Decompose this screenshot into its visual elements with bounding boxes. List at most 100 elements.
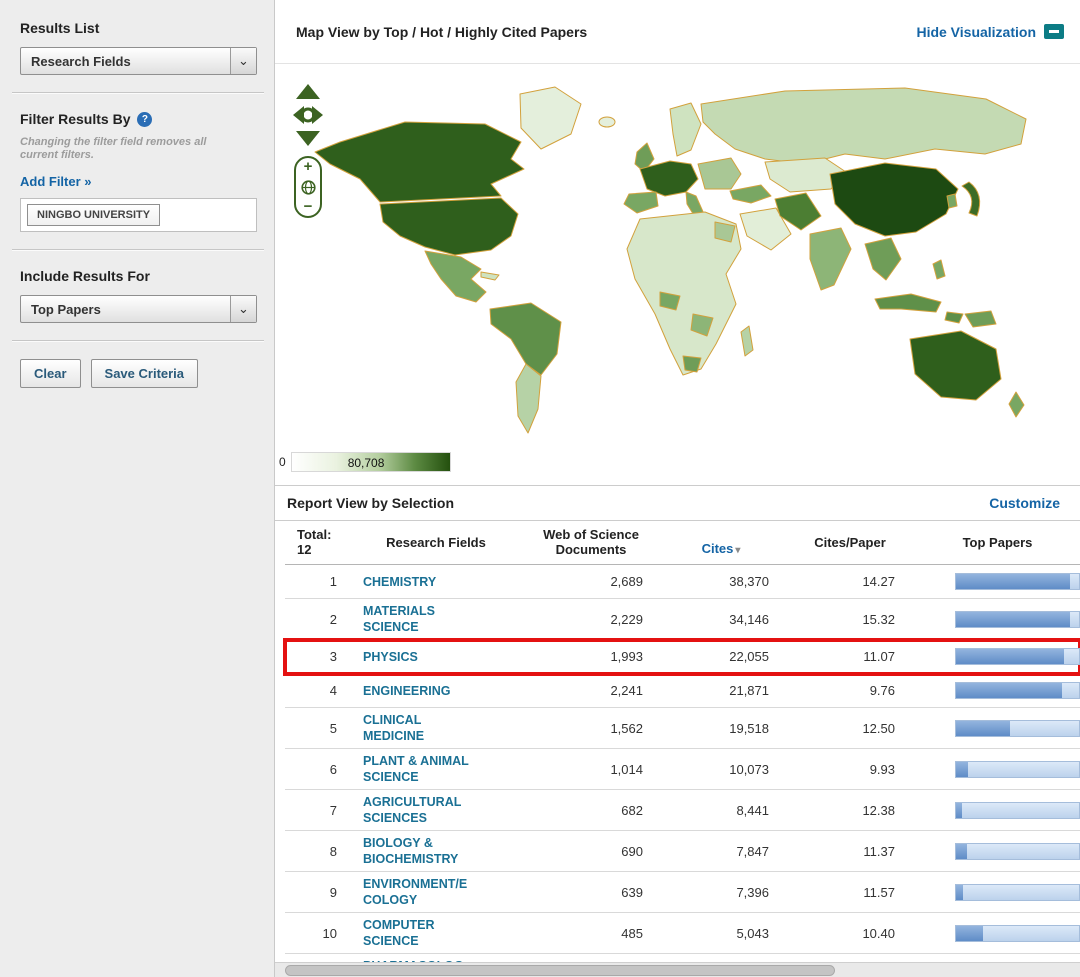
table-row: 4 ENGINEERING 2,241 21,871 9.76 xyxy=(285,674,1080,708)
top-papers-bar xyxy=(955,573,1080,590)
rank-cell: 1 xyxy=(285,574,347,589)
cites-per-paper-cell: 11.37 xyxy=(785,844,915,859)
table-row: 1 CHEMISTRY 2,689 38,370 14.27 xyxy=(285,565,1080,599)
cites-cell: 34,146 xyxy=(657,612,785,627)
zoom-in-button[interactable]: + xyxy=(304,160,313,174)
rank-cell: 5 xyxy=(285,721,347,736)
report-view-header: Report View by Selection Customize xyxy=(275,485,1080,521)
top-papers-bar-fill xyxy=(956,885,963,900)
results-list-selected-value: Research Fields xyxy=(21,48,131,74)
sidebar: Results List Research Fields ⌄ Filter Re… xyxy=(0,0,275,977)
cites-per-paper-cell: 15.32 xyxy=(785,612,915,627)
sidebar-divider xyxy=(12,340,264,342)
column-header-cites[interactable]: Cites▾ xyxy=(657,526,785,558)
help-icon[interactable]: ? xyxy=(137,112,152,127)
research-field-cell: PLANT & ANIMAL SCIENCE xyxy=(347,753,525,785)
cites-cell: 10,073 xyxy=(657,762,785,777)
add-filter-link[interactable]: Add Filter » xyxy=(20,174,92,189)
cites-cell: 22,055 xyxy=(657,649,785,664)
top-papers-bar xyxy=(955,925,1080,942)
map-view-title: Map View by Top / Hot / Highly Cited Pap… xyxy=(296,24,587,40)
research-field-link[interactable]: PLANT & ANIMAL SCIENCE xyxy=(363,754,469,784)
top-papers-cell xyxy=(915,761,1080,778)
research-field-cell: AGRICULTURAL SCIENCES xyxy=(347,794,525,826)
research-field-link[interactable]: COMPUTER SCIENCE xyxy=(363,918,435,948)
column-header-wos-documents[interactable]: Web of Science Documents xyxy=(525,527,657,557)
top-papers-bar-fill xyxy=(956,803,962,818)
research-field-link[interactable]: CLINICAL MEDICINE xyxy=(363,713,424,743)
top-papers-bar-fill xyxy=(956,649,1064,664)
research-field-cell: CLINICAL MEDICINE xyxy=(347,712,525,744)
collapse-minus-icon[interactable] xyxy=(1044,24,1064,39)
table-row: 5 CLINICAL MEDICINE 1,562 19,518 12.50 xyxy=(285,708,1080,749)
research-field-link[interactable]: ENGINEERING xyxy=(363,684,451,698)
customize-link[interactable]: Customize xyxy=(989,495,1060,511)
research-field-link[interactable]: ENVIRONMENT/E COLOGY xyxy=(363,877,467,907)
research-field-link[interactable]: CHEMISTRY xyxy=(363,575,436,589)
table-row: 3 PHYSICS 1,993 22,055 11.07 xyxy=(285,640,1080,674)
chevron-down-icon[interactable]: ⌄ xyxy=(230,48,256,74)
legend-min-value: 0 xyxy=(279,455,286,469)
horizontal-scrollbar[interactable] xyxy=(275,962,1080,977)
top-papers-cell xyxy=(915,925,1080,942)
table-header-row: Total: 12 Research Fields Web of Science… xyxy=(285,521,1080,565)
table-row: 8 BIOLOGY & BIOCHEMISTRY 690 7,847 11.37 xyxy=(285,831,1080,872)
cites-per-paper-cell: 10.40 xyxy=(785,926,915,941)
column-header-research-fields[interactable]: Research Fields xyxy=(347,535,525,550)
wos-documents-cell: 485 xyxy=(525,926,657,941)
cites-cell: 7,847 xyxy=(657,844,785,859)
filter-chip-box: NINGBO UNIVERSITY xyxy=(20,198,257,232)
wos-documents-cell: 639 xyxy=(525,885,657,900)
world-map[interactable] xyxy=(285,64,1080,444)
column-header-top-papers[interactable]: Top Papers xyxy=(915,535,1080,550)
scrollbar-thumb[interactable] xyxy=(285,965,835,976)
chevron-down-icon[interactable]: ⌄ xyxy=(230,296,256,322)
hide-visualization-link[interactable]: Hide Visualization xyxy=(916,24,1064,40)
rank-cell: 2 xyxy=(285,612,347,627)
map-zoom-control: + − xyxy=(294,156,322,218)
clear-button[interactable]: Clear xyxy=(20,359,81,388)
save-criteria-button[interactable]: Save Criteria xyxy=(91,359,199,388)
top-papers-bar xyxy=(955,682,1080,699)
cites-cell: 8,441 xyxy=(657,803,785,818)
wos-documents-cell: 1,562 xyxy=(525,721,657,736)
research-field-cell: BIOLOGY & BIOCHEMISTRY xyxy=(347,835,525,867)
research-field-cell: COMPUTER SCIENCE xyxy=(347,917,525,949)
main-content: Map View by Top / Hot / Highly Cited Pap… xyxy=(275,0,1080,977)
wos-documents-cell: 682 xyxy=(525,803,657,818)
hide-visualization-label: Hide Visualization xyxy=(916,24,1036,40)
page: Results List Research Fields ⌄ Filter Re… xyxy=(0,0,1080,977)
wos-documents-cell: 2,229 xyxy=(525,612,657,627)
map-visualization-area: + − 0 80,708 xyxy=(275,64,1080,485)
rank-cell: 8 xyxy=(285,844,347,859)
top-papers-cell xyxy=(915,682,1080,699)
column-header-cites-per-paper[interactable]: Cites/Paper xyxy=(785,535,915,550)
rank-cell: 3 xyxy=(285,649,347,664)
research-field-cell: PHYSICS xyxy=(347,649,525,665)
map-pan-control[interactable] xyxy=(290,82,326,148)
research-field-link[interactable]: MATERIALS SCIENCE xyxy=(363,604,435,634)
results-list-select[interactable]: Research Fields ⌄ xyxy=(20,47,257,75)
research-field-link[interactable]: AGRICULTURAL SCIENCES xyxy=(363,795,461,825)
globe-icon[interactable] xyxy=(301,180,316,195)
top-papers-bar xyxy=(955,884,1080,901)
filter-note-text: Changing the filter field removes all cu… xyxy=(20,136,230,162)
filter-chip-ningbo-university[interactable]: NINGBO UNIVERSITY xyxy=(27,204,160,226)
research-field-link[interactable]: BIOLOGY & BIOCHEMISTRY xyxy=(363,836,458,866)
wos-documents-cell: 1,993 xyxy=(525,649,657,664)
cites-cell: 21,871 xyxy=(657,683,785,698)
include-results-select[interactable]: Top Papers ⌄ xyxy=(20,295,257,323)
top-papers-cell xyxy=(915,720,1080,737)
cites-per-paper-cell: 14.27 xyxy=(785,574,915,589)
top-papers-cell xyxy=(915,843,1080,860)
top-papers-bar xyxy=(955,611,1080,628)
cites-cell: 38,370 xyxy=(657,574,785,589)
cites-cell: 7,396 xyxy=(657,885,785,900)
include-results-heading: Include Results For xyxy=(20,268,256,284)
research-field-cell: ENVIRONMENT/E COLOGY xyxy=(347,876,525,908)
top-papers-bar-fill xyxy=(956,683,1062,698)
research-field-link[interactable]: PHYSICS xyxy=(363,650,418,664)
rank-cell: 10 xyxy=(285,926,347,941)
top-papers-bar xyxy=(955,648,1080,665)
zoom-out-button[interactable]: − xyxy=(304,200,313,214)
